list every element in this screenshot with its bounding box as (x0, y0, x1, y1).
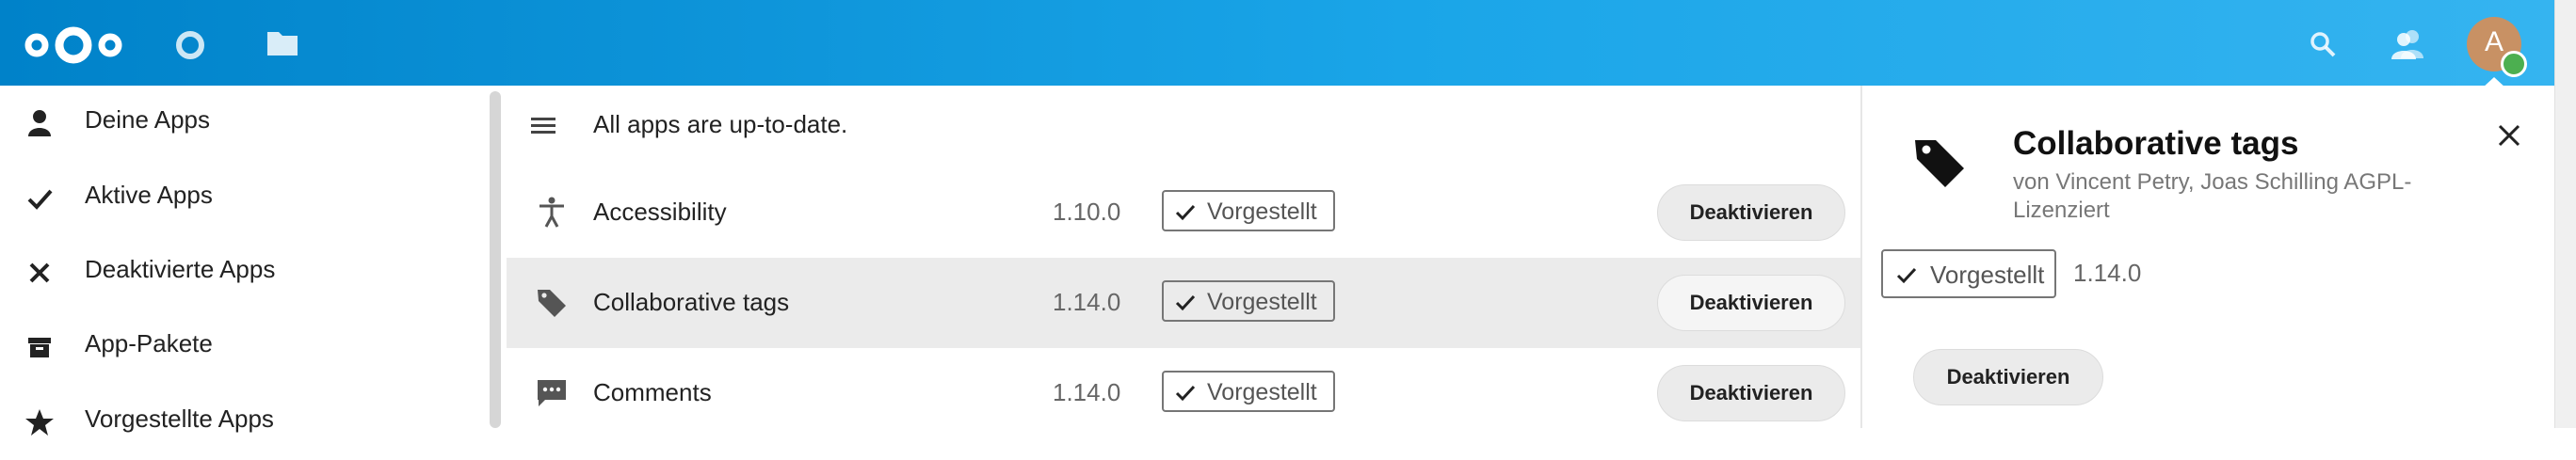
nav-item-vorgestellte-apps[interactable]: Vorgestellte Apps (0, 385, 490, 460)
check-icon (1175, 204, 1196, 221)
archive-icon (28, 338, 51, 357)
nav-item-label: Deaktivierte Apps (85, 255, 276, 283)
featured-badge: Vorgestellt (1162, 371, 1335, 412)
person-icon (28, 110, 51, 136)
tag-icon (538, 290, 566, 317)
hamburger-menu-icon[interactable] (529, 114, 557, 138)
app-details-sidebar: Collaborative tags von Vincent Petry, Jo… (1860, 86, 2555, 428)
featured-badge: Vorgestellt (1881, 249, 2056, 298)
nav-item-label: App-Pakete (85, 329, 213, 357)
check-icon (1175, 385, 1196, 402)
app-version: 1.14.0 (1053, 378, 1121, 406)
check-icon (27, 189, 53, 210)
dashboard-circle-icon[interactable] (173, 28, 207, 62)
app-name: Comments (593, 378, 712, 406)
nav-item-label: Deine Apps (85, 105, 210, 134)
app-name: Accessibility (593, 198, 727, 226)
app-name: Collaborative tags (593, 288, 790, 316)
tag-icon (1915, 140, 1964, 187)
top-header: A (0, 0, 2555, 86)
nav-item-aktive-apps[interactable]: Aktive Apps (0, 161, 490, 236)
disable-button[interactable]: Deaktivieren (1913, 349, 2103, 405)
app-row-collaborative-tags[interactable]: Collaborative tags 1.14.0 Vorgestellt De… (507, 258, 1860, 348)
app-row-comments[interactable]: Comments 1.14.0 Vorgestellt Deaktivieren (507, 348, 1860, 438)
close-icon[interactable] (2493, 119, 2525, 151)
featured-badge-label: Vorgestellt (1207, 198, 1317, 225)
check-icon (1896, 267, 1917, 284)
featured-badge-label: Vorgestellt (1930, 261, 2045, 289)
nav-item-label: Vorgestellte Apps (85, 404, 274, 433)
app-details-title: Collaborative tags (2013, 125, 2299, 162)
navigation-scrollbar[interactable] (490, 91, 501, 428)
comment-icon (538, 380, 566, 406)
status-online-dot (2501, 51, 2527, 77)
update-status-text: All apps are up-to-date. (593, 110, 848, 138)
app-version: 1.14.0 (1053, 288, 1121, 316)
check-icon (1175, 294, 1196, 311)
app-list-toolbar: All apps are up-to-date. (507, 86, 1860, 167)
nextcloud-logo-icon[interactable] (21, 23, 126, 68)
disable-button[interactable]: Deaktivieren (1657, 365, 1845, 421)
app-details-version: 1.14.0 (2073, 259, 2142, 287)
featured-badge: Vorgestellt (1162, 280, 1335, 322)
app-navigation: Deine Apps Aktive Apps Deaktivierte Apps… (0, 86, 505, 436)
page-scrollbar[interactable] (2554, 0, 2576, 428)
disable-button[interactable]: Deaktivieren (1657, 184, 1845, 241)
featured-badge: Vorgestellt (1162, 190, 1335, 231)
nav-item-deaktivierte-apps[interactable]: Deaktivierte Apps (0, 235, 490, 310)
featured-badge-label: Vorgestellt (1207, 289, 1317, 315)
star-icon (25, 409, 54, 436)
app-version: 1.10.0 (1053, 198, 1121, 226)
app-row-accessibility[interactable]: Accessibility 1.10.0 Vorgestellt Deaktiv… (507, 167, 1860, 258)
nav-item-app-pakete[interactable]: App-Pakete (0, 309, 490, 385)
search-icon[interactable] (2309, 30, 2337, 58)
files-folder-icon[interactable] (266, 28, 299, 58)
app-details-authors: von Vincent Petry, Joas Schilling AGPL-L… (2013, 169, 2412, 223)
nav-item-deine-apps[interactable]: Deine Apps (0, 86, 490, 161)
disable-button[interactable]: Deaktivieren (1657, 275, 1845, 331)
app-list: All apps are up-to-date. Accessibility 1… (507, 86, 1860, 428)
accessibility-icon (539, 197, 564, 228)
close-icon (29, 262, 50, 283)
nav-item-label: Aktive Apps (85, 181, 213, 209)
contacts-icon[interactable] (2390, 28, 2427, 60)
featured-badge-label: Vorgestellt (1207, 379, 1317, 405)
